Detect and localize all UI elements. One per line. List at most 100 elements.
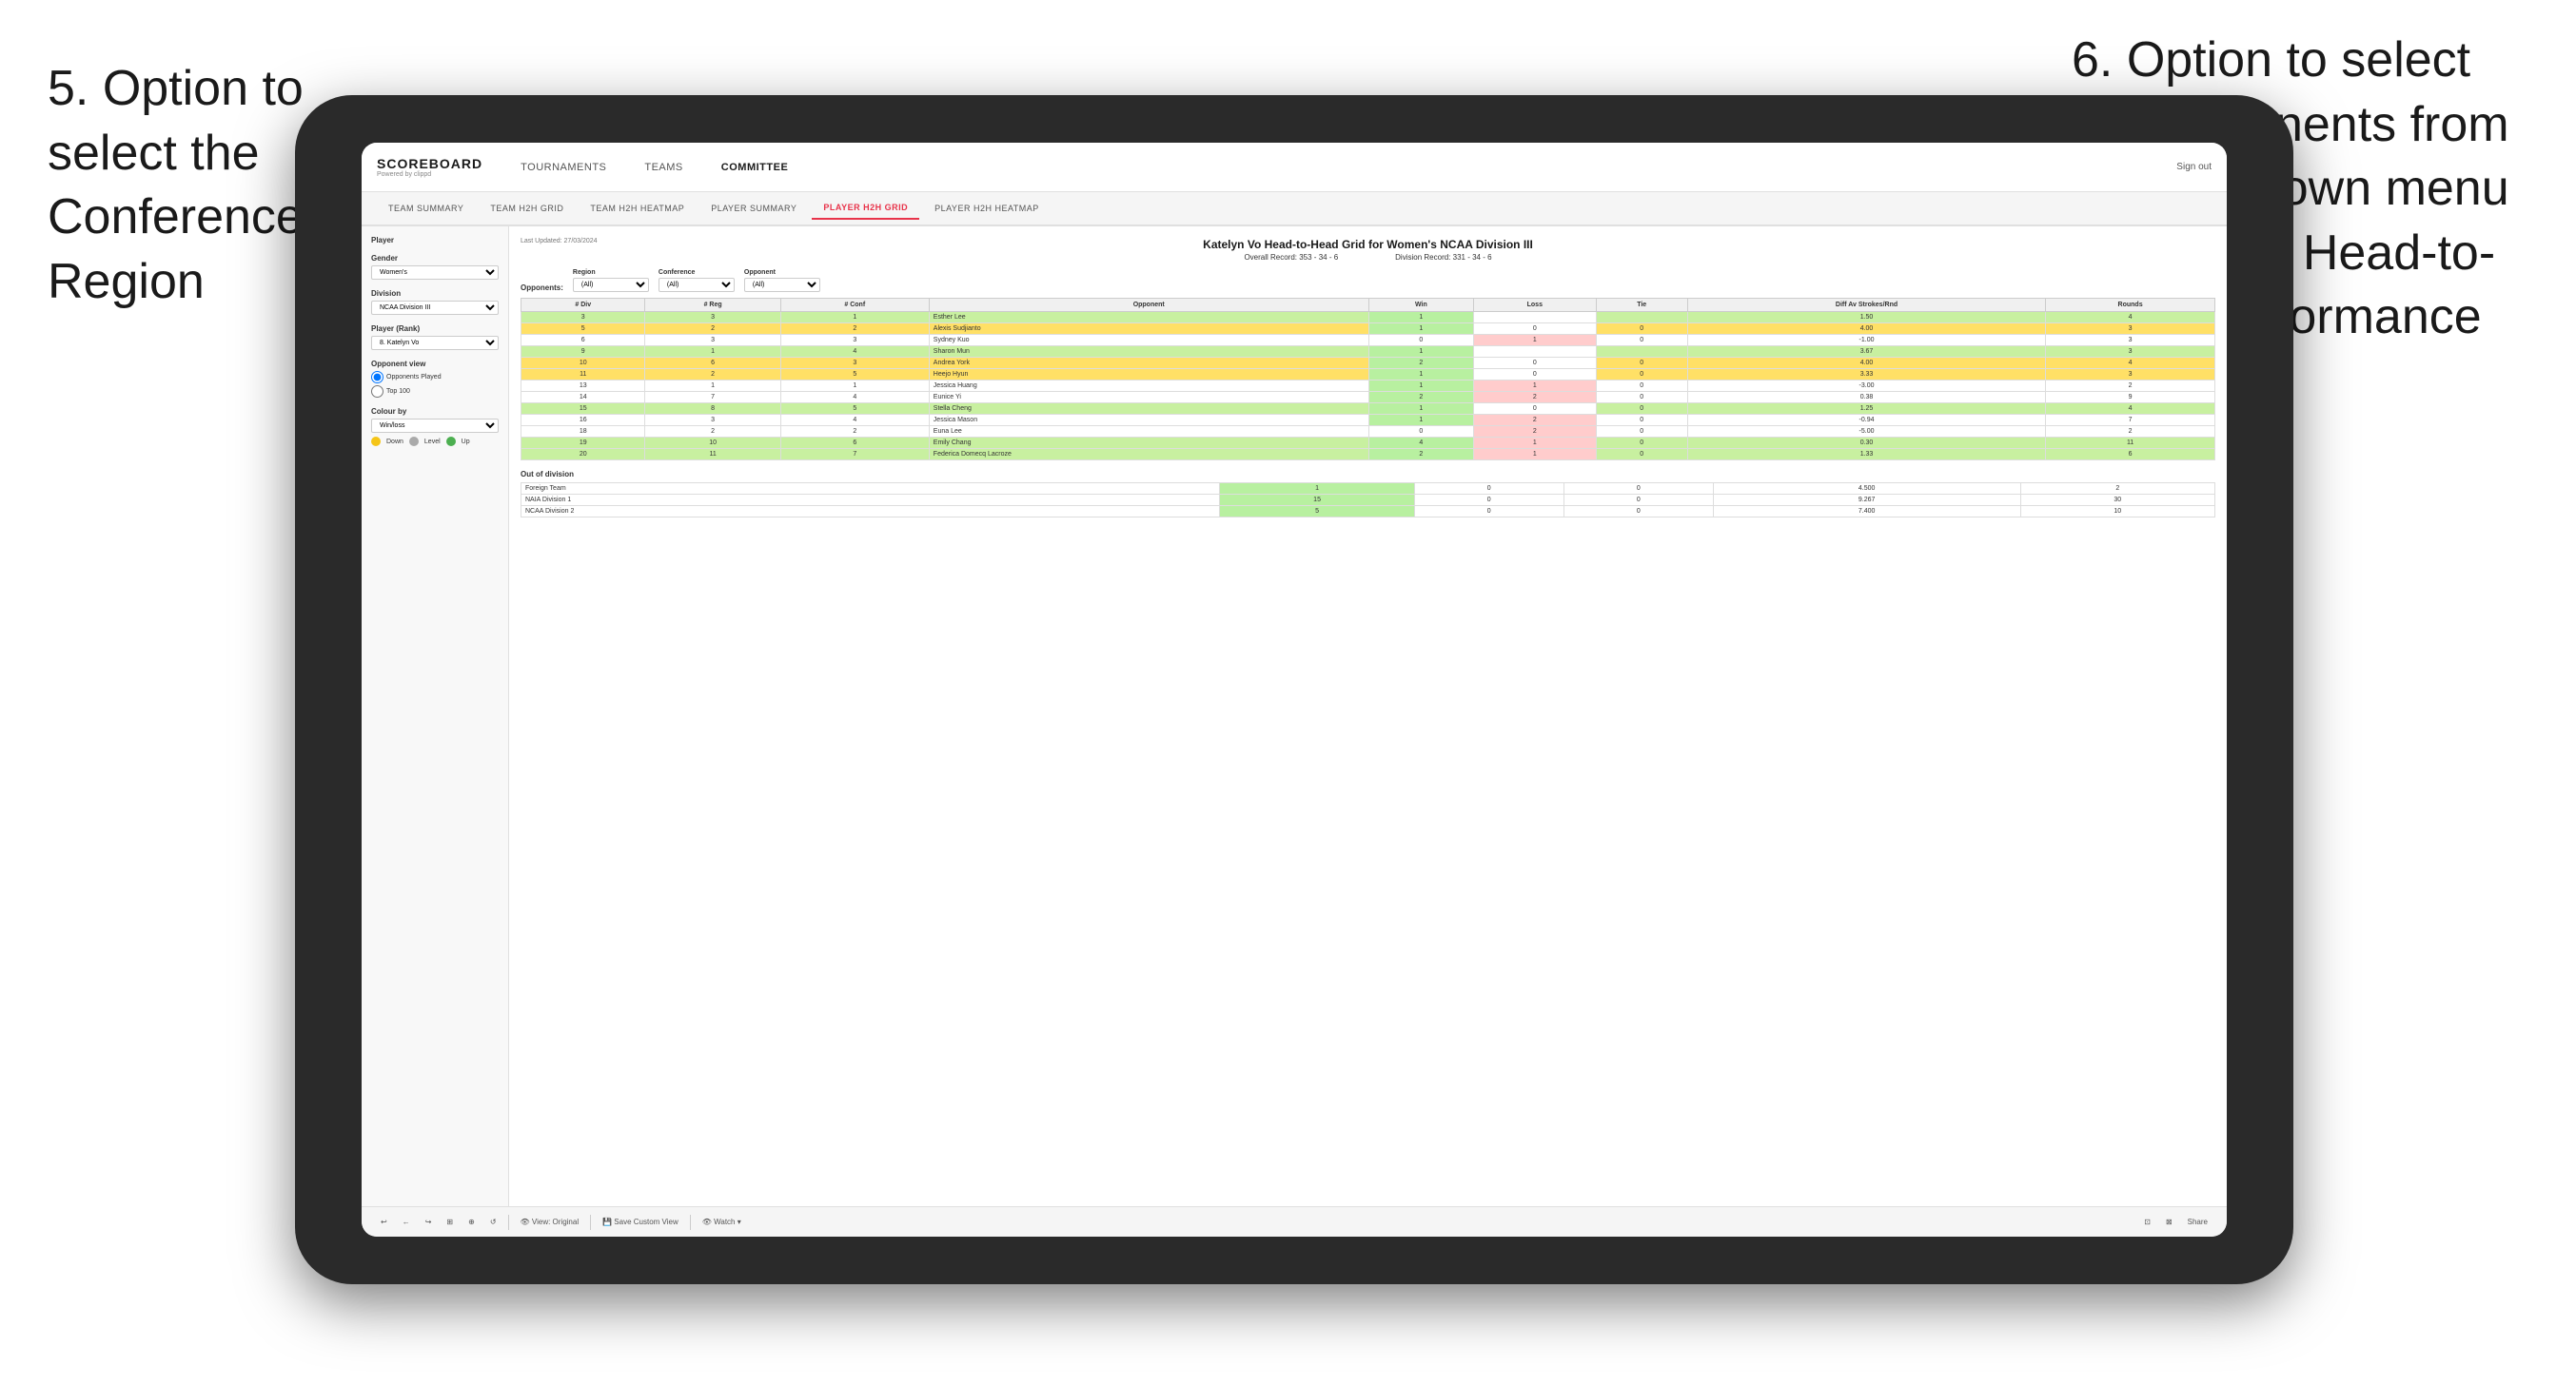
cell-diff: 1.25 [1687,403,2045,415]
cell-reg: 1 [645,346,780,358]
nav-tournaments[interactable]: TOURNAMENTS [511,158,616,177]
sub-nav-team-h2h-grid[interactable]: TEAM H2H GRID [479,198,575,219]
sidebar-gender-select[interactable]: Women's [371,265,499,280]
cell-win: 2 [1368,358,1473,369]
bottom-toolbar: ↩ ← ↪ ⊞ ⊕ ↺ 👁 View: Original 💾 Save Cust… [362,1206,2227,1237]
cell-win: 1 [1368,415,1473,426]
cell-opponent: Heejo Hyun [929,369,1368,381]
toolbar-view-original[interactable]: 👁 View: Original [517,1216,583,1228]
cell-diff: 1.50 [1687,312,2045,323]
cell-opp-name: Foreign Team [521,483,1220,495]
col-rounds: Rounds [2046,299,2215,312]
table-row: 15 8 5 Stella Cheng 1 0 0 1.25 4 [521,403,2215,415]
filters-row: Opponents: Region (All) Conference (All) [521,269,2215,292]
sub-nav-player-h2h-heatmap[interactable]: PLAYER H2H HEATMAP [923,198,1051,219]
cell-rounds: 3 [2046,335,2215,346]
report-area: Last Updated: 27/03/2024 Katelyn Vo Head… [509,226,2227,1206]
dot-up-label: Up [462,439,470,445]
sub-nav-team-h2h-heatmap[interactable]: TEAM H2H HEATMAP [579,198,696,219]
cell-opp-diff: 7.400 [1713,506,2020,517]
cell-diff: 3.33 [1687,369,2045,381]
out-of-div-row: Foreign Team 1 0 0 4.500 2 [521,483,2215,495]
toolbar-icon1[interactable]: ⊡ [2140,1216,2154,1228]
toolbar-refresh[interactable]: ↺ [486,1216,501,1228]
table-row: 6 3 3 Sydney Kuo 0 1 0 -1.00 3 [521,335,2215,346]
cell-opponent: Andrea York [929,358,1368,369]
toolbar-undo[interactable]: ↩ [377,1216,391,1228]
nav-teams[interactable]: TEAMS [635,158,692,177]
out-of-div-table: Foreign Team 1 0 0 4.500 2 NAIA Division… [521,482,2215,517]
report-header: Katelyn Vo Head-to-Head Grid for Women's… [521,238,2215,262]
radio-top100[interactable]: Top 100 [371,385,499,398]
cell-tie: 0 [1596,415,1687,426]
filter-opponent-select[interactable]: (All) [744,278,820,292]
cell-conf: 4 [780,392,929,403]
cell-tie: 0 [1596,403,1687,415]
col-opponent: Opponent [929,299,1368,312]
col-win: Win [1368,299,1473,312]
sub-nav-player-h2h-grid[interactable]: PLAYER H2H GRID [812,197,919,220]
toolbar-divider-1 [508,1215,509,1230]
table-row: 13 1 1 Jessica Huang 1 1 0 -3.00 2 [521,381,2215,392]
table-row: 10 6 3 Andrea York 2 0 0 4.00 4 [521,358,2215,369]
cell-win: 1 [1368,312,1473,323]
cell-reg: 7 [645,392,780,403]
toolbar-icon2[interactable]: ⊠ [2162,1216,2176,1228]
sub-nav: TEAM SUMMARY TEAM H2H GRID TEAM H2H HEAT… [362,192,2227,226]
sidebar-division-select[interactable]: NCAA Division III [371,301,499,315]
sign-out[interactable]: Sign out [2176,162,2212,172]
cell-conf: 2 [780,426,929,438]
cell-reg: 3 [645,312,780,323]
out-of-div-row: NCAA Division 2 5 0 0 7.400 10 [521,506,2215,517]
sidebar: Player Gender Women's Division NCAA Divi… [362,226,509,1206]
filter-region-group: Region (All) [573,269,649,292]
cell-conf: 2 [780,323,929,335]
cell-conf: 4 [780,415,929,426]
filter-conference-select[interactable]: (All) [659,278,735,292]
cell-loss: 1 [1474,381,1596,392]
sub-nav-team-summary[interactable]: TEAM SUMMARY [377,198,475,219]
cell-rounds: 4 [2046,358,2215,369]
table-row: 16 3 4 Jessica Mason 1 2 0 -0.94 7 [521,415,2215,426]
cell-tie [1596,346,1687,358]
cell-tie: 0 [1596,323,1687,335]
main-table: # Div # Reg # Conf Opponent Win Loss Tie… [521,298,2215,460]
cell-rounds: 2 [2046,381,2215,392]
toolbar-grid[interactable]: ⊞ [442,1216,457,1228]
toolbar-watch[interactable]: 👁 Watch ▾ [698,1216,745,1228]
toolbar-save-custom[interactable]: 💾 Save Custom View [599,1216,682,1228]
radio-opponents-played[interactable]: Opponents Played [371,371,499,383]
toolbar-share[interactable]: Share [2184,1216,2212,1228]
cell-diff: 0.30 [1687,438,2045,449]
cell-opponent: Alexis Sudjianto [929,323,1368,335]
cell-opponent: Jessica Mason [929,415,1368,426]
filter-conference-group: Conference (All) [659,269,735,292]
sidebar-player-rank-label: Player (Rank) [371,324,499,333]
sidebar-player-rank-select[interactable]: 8. Katelyn Vo [371,336,499,350]
cell-diff: -0.94 [1687,415,2045,426]
dot-down [371,437,381,446]
toolbar-back[interactable]: ← [399,1216,414,1228]
cell-reg: 11 [645,449,780,460]
cell-opp-loss: 0 [1414,506,1563,517]
filter-region-select[interactable]: (All) [573,278,649,292]
cell-div: 14 [521,392,645,403]
top-nav: SCOREBOARD Powered by clippd TOURNAMENTS… [362,143,2227,192]
filter-region-label: Region [573,269,649,276]
cell-rounds: 9 [2046,392,2215,403]
cell-win: 4 [1368,438,1473,449]
col-loss: Loss [1474,299,1596,312]
sub-nav-player-summary[interactable]: PLAYER SUMMARY [699,198,808,219]
cell-div: 18 [521,426,645,438]
toolbar-redo[interactable]: ↪ [422,1216,436,1228]
cell-opponent: Eunice Yi [929,392,1368,403]
cell-reg: 2 [645,323,780,335]
table-row: 19 10 6 Emily Chang 4 1 0 0.30 11 [521,438,2215,449]
sidebar-colour-select[interactable]: Win/loss [371,419,499,433]
cell-reg: 2 [645,369,780,381]
nav-committee[interactable]: COMMITTEE [712,158,798,177]
cell-rounds: 11 [2046,438,2215,449]
table-row: 9 1 4 Sharon Mun 1 3.67 3 [521,346,2215,358]
toolbar-add[interactable]: ⊕ [464,1216,479,1228]
cell-opponent: Euna Lee [929,426,1368,438]
